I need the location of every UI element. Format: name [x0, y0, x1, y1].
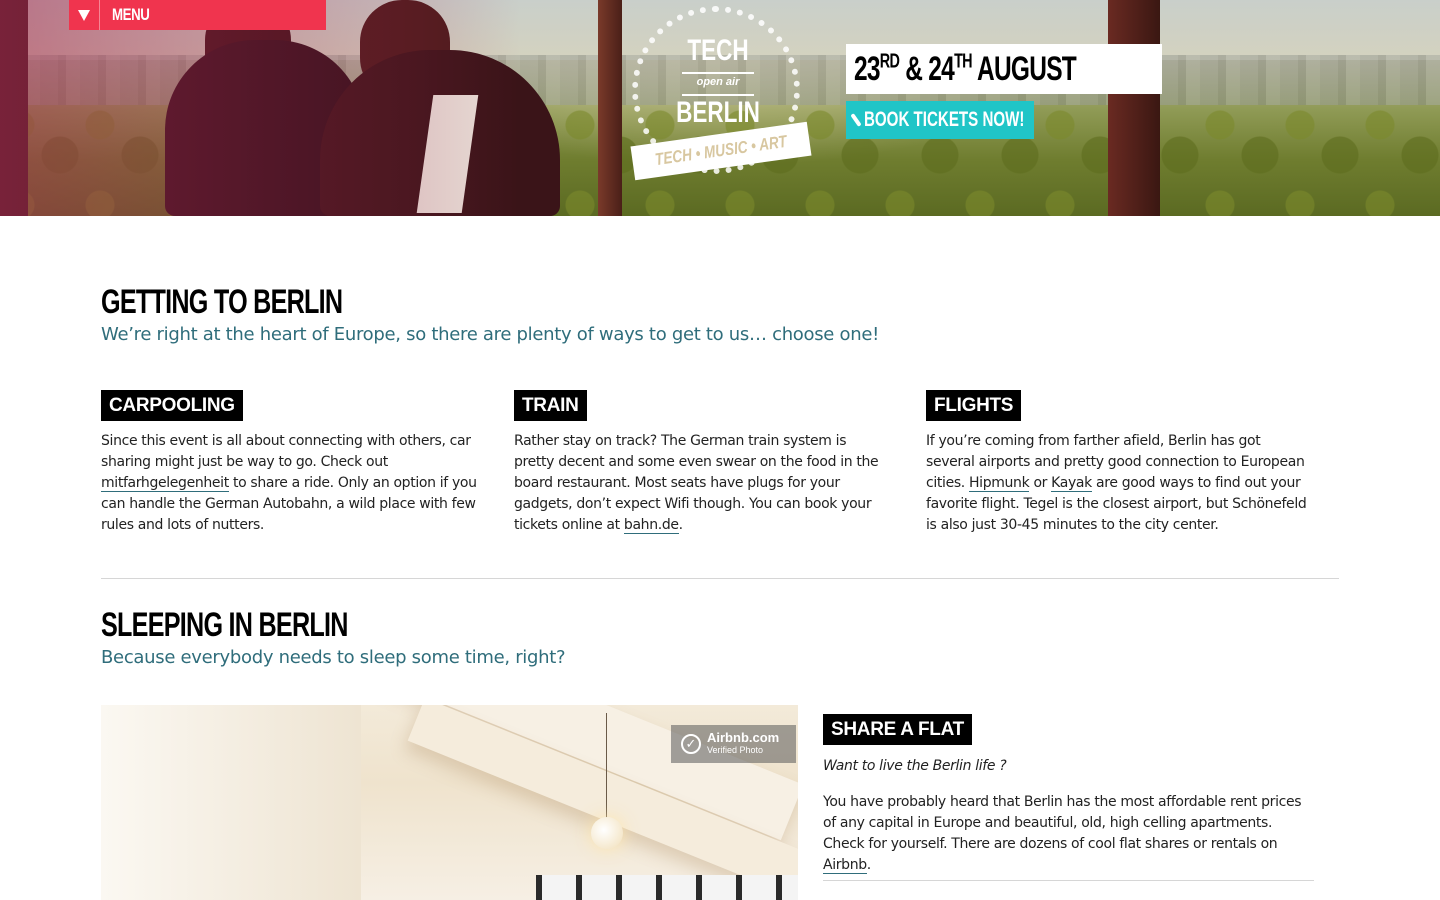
share-a-flat-heading: SHARE A FLAT — [823, 714, 972, 745]
carpooling-text: Since this event is all about connecting… — [101, 431, 493, 536]
hipmunk-link[interactable]: Hipmunk — [968, 475, 1030, 492]
check-icon: ✓ — [681, 734, 701, 754]
train-text-part: Rather stay on track? The German train s… — [514, 433, 879, 533]
date-day2: & 24 — [899, 49, 955, 88]
tech-open-air-logo[interactable]: TECH open air BERLIN TECH • MUSIC • ART — [630, 6, 812, 182]
date-day1: 23 — [854, 49, 881, 88]
event-date-text: 23RD & 24TH AUGUST — [854, 49, 1077, 89]
menu-label[interactable]: MENU — [112, 5, 150, 25]
train-heading: TRAIN — [514, 390, 587, 421]
airbnb-verified-stamp: ✓ Airbnb.com Verified Photo — [671, 725, 796, 763]
menu-toggle-button[interactable] — [69, 0, 100, 30]
photo-window — [536, 875, 798, 900]
share-a-flat-text-part: . — [866, 857, 871, 873]
mitfarhgelegenheit-link[interactable]: mitfarhgelegenheit — [101, 475, 229, 492]
date-month: AUGUST — [971, 49, 1077, 88]
book-tickets-button[interactable]: BOOK TICKETS NOW! — [846, 101, 1034, 139]
airbnb-stamp-text: Airbnb.com Verified Photo — [707, 730, 780, 756]
date-sup2: TH — [954, 50, 972, 73]
train-column: TRAIN Rather stay on track? The German t… — [514, 390, 882, 536]
section-divider — [101, 578, 1339, 579]
kayak-link[interactable]: Kayak — [1051, 475, 1092, 492]
share-a-flat-text: You have probably heard that Berlin has … — [823, 792, 1314, 876]
share-divider — [823, 880, 1314, 881]
carpooling-text-part: Since this event is all about connecting… — [101, 433, 471, 470]
flights-text: If you’re coming from farther afield, Be… — [926, 431, 1310, 536]
logo-tech-text: TECH — [687, 34, 749, 67]
flights-heading: FLIGHTS — [926, 390, 1022, 421]
book-tickets-label[interactable]: BOOK TICKETS NOW! — [864, 108, 1024, 132]
date-sup1: RD — [879, 50, 900, 73]
share-a-flat-column: SHARE A FLAT Want to live the Berlin lif… — [823, 714, 1314, 876]
share-a-flat-lead: Want to live the Berlin life ? — [823, 758, 1007, 774]
train-text: Rather stay on track? The German train s… — [514, 431, 882, 536]
ticket-icon — [850, 113, 862, 127]
airbnb-link[interactable]: Airbnb — [823, 857, 867, 874]
flights-text-part: or — [1029, 475, 1052, 491]
getting-to-berlin-subtitle: We’re right at the heart of Europe, so t… — [101, 324, 880, 345]
bahn-link[interactable]: bahn.de — [623, 517, 679, 534]
flights-column: FLIGHTS If you’re coming from farther af… — [926, 390, 1310, 536]
window-frame-right — [1108, 0, 1160, 216]
logo-rule — [682, 72, 754, 74]
airbnb-apartment-photo: ✓ Airbnb.com Verified Photo — [101, 705, 798, 900]
photo-light-bulb — [591, 817, 623, 849]
event-date: 23RD & 24TH AUGUST — [846, 44, 1162, 94]
train-text-part: . — [678, 517, 683, 533]
sleeping-in-berlin-title: SLEEPING IN BERLIN — [101, 606, 348, 644]
window-frame-middle — [598, 0, 622, 216]
logo-berlin-text: BERLIN — [676, 96, 760, 129]
carpooling-heading: CARPOOLING — [101, 390, 243, 421]
airbnb-stamp-verified: Verified Photo — [707, 745, 764, 755]
getting-to-berlin-title: GETTING TO BERLIN — [101, 283, 343, 321]
sleeping-in-berlin-subtitle: Because everybody needs to sleep some ti… — [101, 647, 566, 668]
menu-triangle-icon — [78, 9, 90, 21]
menu-bar[interactable]: MENU — [69, 0, 326, 30]
photo-wall — [101, 705, 361, 900]
airbnb-stamp-site: Airbnb.com — [707, 730, 780, 745]
hero-tint — [0, 0, 520, 216]
carpooling-column: CARPOOLING Since this event is all about… — [101, 390, 493, 536]
logo-openair-text: open air — [696, 76, 740, 88]
share-a-flat-text-part: You have probably heard that Berlin has … — [823, 794, 1302, 852]
photo-lamp-cord — [606, 713, 607, 825]
hero-banner: MENU TECH open air BERLIN TECH • MUSIC •… — [0, 0, 1440, 216]
